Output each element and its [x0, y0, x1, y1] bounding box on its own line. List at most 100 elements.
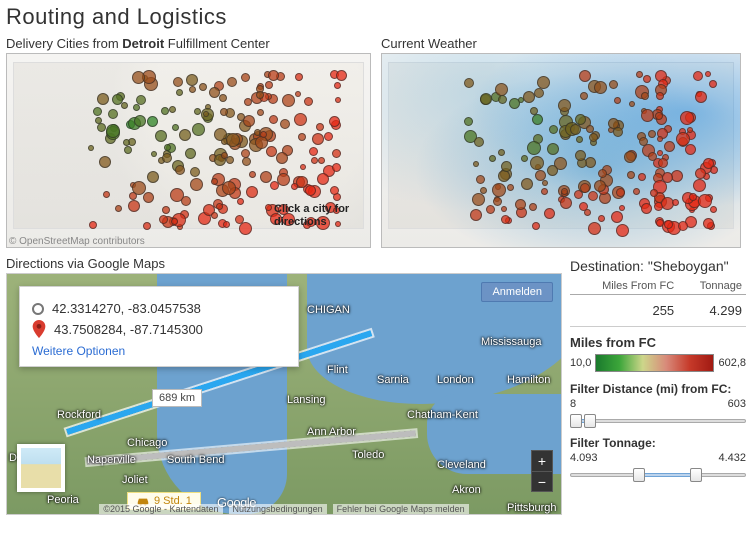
city-dot[interactable] — [570, 124, 581, 135]
weather-map[interactable] — [381, 53, 741, 248]
city-dot[interactable] — [695, 168, 706, 179]
city-dot[interactable] — [185, 148, 196, 159]
city-dot[interactable] — [318, 157, 325, 164]
city-dot[interactable] — [97, 93, 109, 105]
city-dot[interactable] — [332, 149, 341, 158]
city-dot[interactable] — [509, 98, 520, 109]
city-dot[interactable] — [560, 197, 572, 209]
city-dot[interactable] — [244, 98, 252, 106]
city-dot[interactable] — [613, 127, 623, 137]
city-dot[interactable] — [473, 161, 479, 167]
city-dot[interactable] — [498, 95, 507, 104]
city-dot[interactable] — [609, 80, 618, 89]
city-dot[interactable] — [227, 77, 237, 87]
city-dot[interactable] — [216, 203, 223, 210]
filter-tonnage-slider[interactable] — [570, 466, 746, 482]
city-dot[interactable] — [260, 171, 272, 183]
city-dot[interactable] — [179, 129, 191, 141]
city-dot[interactable] — [489, 155, 496, 162]
city-dot[interactable] — [492, 183, 506, 197]
city-dot[interactable] — [657, 136, 663, 142]
city-dot[interactable] — [472, 193, 485, 206]
gmap-report-link[interactable]: Fehler bei Google Maps melden — [333, 504, 469, 514]
city-dot[interactable] — [515, 199, 526, 210]
city-dot[interactable] — [705, 71, 711, 77]
city-dot[interactable] — [209, 87, 220, 98]
city-dot[interactable] — [151, 151, 157, 157]
city-dot[interactable] — [265, 81, 273, 89]
city-dot[interactable] — [176, 89, 183, 96]
city-dot[interactable] — [260, 131, 267, 138]
city-dot[interactable] — [698, 194, 712, 208]
city-dot[interactable] — [638, 173, 646, 181]
city-dot[interactable] — [530, 107, 538, 115]
city-dot[interactable] — [580, 92, 588, 100]
login-button[interactable]: Anmelden — [481, 282, 553, 302]
city-dot[interactable] — [226, 133, 240, 147]
city-dot[interactable] — [523, 91, 535, 103]
city-dot[interactable] — [169, 106, 176, 113]
city-dot[interactable] — [189, 86, 196, 93]
city-dot[interactable] — [656, 92, 664, 100]
city-dot[interactable] — [579, 202, 588, 211]
city-dot[interactable] — [534, 88, 544, 98]
city-dot[interactable] — [175, 165, 185, 175]
city-dot[interactable] — [709, 80, 717, 88]
city-dot[interactable] — [664, 220, 673, 229]
city-dot[interactable] — [173, 77, 183, 87]
city-dot[interactable] — [579, 70, 591, 82]
city-dot[interactable] — [633, 188, 640, 195]
city-dot[interactable] — [641, 92, 649, 100]
city-dot[interactable] — [161, 107, 169, 115]
city-dot[interactable] — [537, 76, 550, 89]
city-dot[interactable] — [108, 109, 118, 119]
city-dot[interactable] — [159, 215, 168, 224]
city-dot[interactable] — [312, 133, 324, 145]
city-dot[interactable] — [480, 187, 487, 194]
city-dot[interactable] — [527, 141, 541, 155]
city-dot[interactable] — [311, 157, 318, 164]
city-dot[interactable] — [99, 156, 111, 168]
city-dot[interactable] — [650, 189, 658, 197]
city-dot[interactable] — [181, 196, 191, 206]
city-dot[interactable] — [685, 144, 696, 155]
city-dot[interactable] — [305, 185, 316, 196]
city-dot[interactable] — [304, 97, 313, 106]
city-dot[interactable] — [115, 205, 122, 212]
city-dot[interactable] — [143, 192, 154, 203]
city-dot[interactable] — [155, 130, 167, 142]
city-dot[interactable] — [464, 78, 474, 88]
origin-row[interactable]: 42.3314270, -83.0457538 — [32, 301, 286, 316]
city-dot[interactable] — [280, 119, 290, 129]
city-dot[interactable] — [190, 167, 200, 177]
city-dot[interactable] — [558, 99, 571, 112]
city-dot[interactable] — [211, 212, 218, 219]
city-dot[interactable] — [106, 124, 120, 138]
city-dot[interactable] — [332, 163, 341, 172]
city-dot[interactable] — [295, 73, 303, 81]
city-dot[interactable] — [616, 188, 625, 197]
city-dot[interactable] — [580, 183, 590, 193]
city-dot[interactable] — [335, 97, 341, 103]
city-dot[interactable] — [693, 71, 703, 81]
city-dot[interactable] — [121, 102, 128, 109]
city-dot[interactable] — [276, 152, 288, 164]
city-dot[interactable] — [219, 94, 227, 102]
city-dot[interactable] — [648, 130, 656, 138]
city-dot[interactable] — [249, 171, 256, 178]
city-dot[interactable] — [136, 95, 146, 105]
city-dot[interactable] — [693, 179, 706, 192]
city-dot[interactable] — [643, 75, 651, 83]
city-dot[interactable] — [671, 170, 683, 182]
city-dot[interactable] — [192, 123, 205, 136]
city-dot[interactable] — [470, 209, 482, 221]
city-dot[interactable] — [544, 208, 555, 219]
city-dot[interactable] — [588, 191, 598, 201]
city-dot[interactable] — [532, 114, 543, 125]
city-dot[interactable] — [270, 181, 279, 190]
city-dot[interactable] — [629, 101, 635, 107]
city-dot[interactable] — [498, 149, 505, 156]
city-dot[interactable] — [89, 221, 97, 229]
city-dot[interactable] — [124, 146, 132, 154]
city-dot[interactable] — [317, 173, 329, 185]
